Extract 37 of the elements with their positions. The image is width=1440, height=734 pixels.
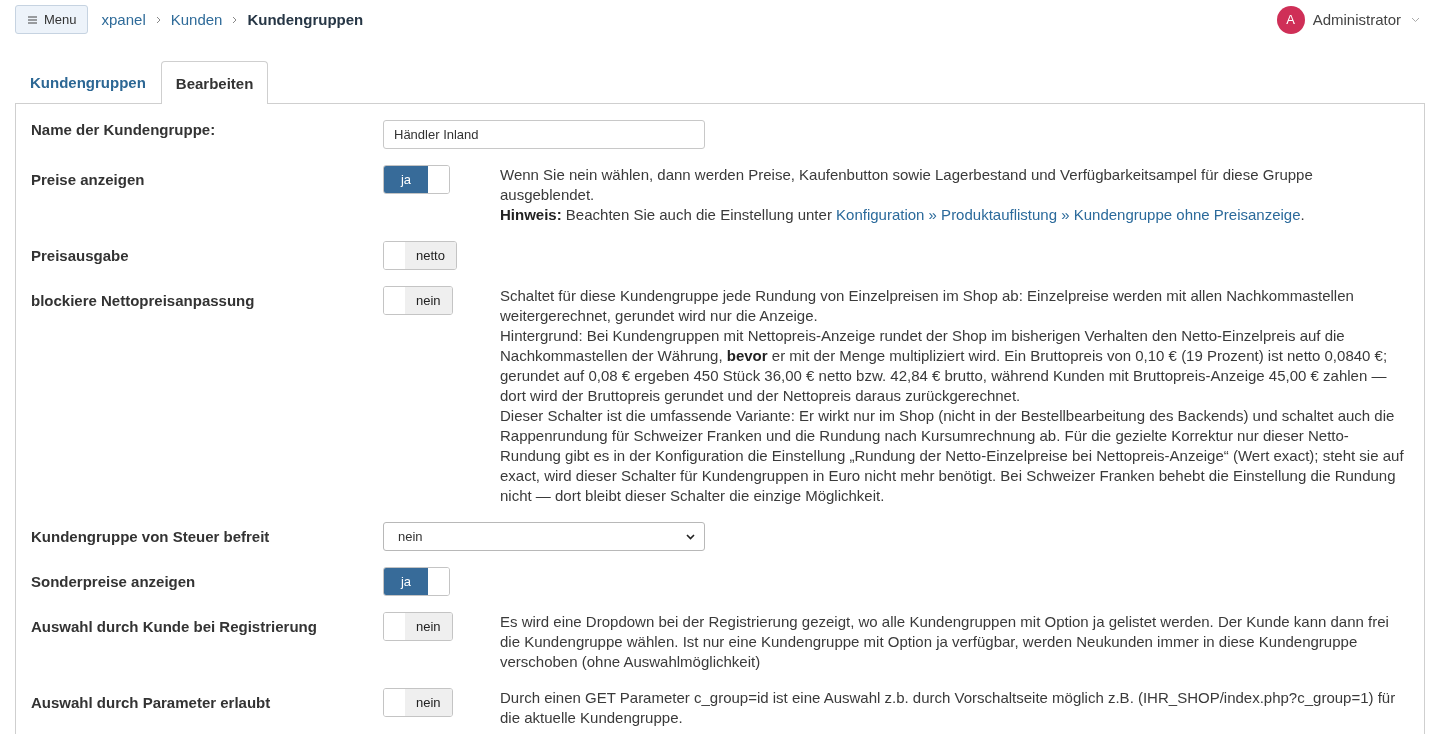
description-text: Wenn Sie nein wählen, dann werden Preise, Kaufenbutton sowie Lagerbestand und Verfügbarkeitsampel für diese Gruppe ausgeblendet. — [500, 165, 1314, 205]
breadcrumb-link[interactable]: Kunden — [170, 11, 223, 28]
toggle-switch[interactable]: nein — [383, 688, 453, 717]
description-text: Hintergrund: Bei Kundengruppen mit Nettopreis-Anzeige rundet der Shop im bisherigen Verhalten den Netto-Einzelpreis auf die Nachkommastellen der Währung, bevor er mit der Menge multipliziert wird. Ein Bruttopreis von 0,10 € (19 Prozent) ist netto 0,0840 €; gerundet auf 0,08 € ergeben 450 Stück 36,00 € netto bzw. 42,84 € brutto, während Kunden mit Bruttopreis-Anzeige 45,00 € zahlen — dort wird der Bruttopreis gerundet und der Nettopreis daraus zurückgerechnet. — [500, 326, 1389, 406]
chevron-right-icon — [155, 15, 161, 24]
setting-label: Auswahl durch Kunde bei Registrierung — [31, 617, 318, 637]
text-input[interactable]: Händler Inland — [383, 120, 705, 149]
setting-label: Name der Kundengruppe: — [31, 120, 217, 140]
toggle-switch[interactable]: nein — [383, 286, 453, 315]
setting-label: Auswahl durch Parameter erlaubt — [31, 693, 272, 713]
avatar[interactable]: A — [1276, 5, 1305, 34]
tab[interactable]: Bearbeiten — [160, 61, 269, 104]
chevron-down-icon[interactable] — [1411, 16, 1420, 23]
settings-link[interactable]: Konfiguration » Produktauflistung » Kundengruppe ohne Preisanzeige — [836, 206, 1301, 223]
description-text: Schaltet für diese Kundengruppe jede Rundung von Einzelpreisen im Shop ab: Einzelpreise werden mit allen Nachkommastellen weitergerechnet, gerundet wird nur die Anzeige. — [500, 286, 1355, 326]
setting-label: Preisausgabe — [31, 246, 130, 266]
user-name[interactable]: Administrator — [1312, 11, 1401, 28]
menu-button[interactable]: Menu — [15, 5, 88, 34]
description-text: Hinweis: Beachten Sie auch die Einstellung unter Konfiguration » Produktauflistung » Kundengruppe ohne Preisanzeige. — [500, 205, 1306, 225]
dropdown-field[interactable]: nein — [383, 522, 705, 551]
tab[interactable]: Kundengruppen — [15, 61, 161, 103]
toggle-switch[interactable]: ja — [383, 165, 450, 194]
setting-label: Kundengruppe von Steuer befreit — [31, 527, 271, 547]
chevron-down-icon — [686, 533, 695, 540]
toggle-switch[interactable]: ja — [383, 567, 450, 596]
toggle-switch[interactable]: nein — [383, 612, 453, 641]
description-text: Durch einen GET Parameter c_group=id ist eine Auswahl z.b. durch Vorschaltseite möglich z.B. (IHR_SHOP/index.php?c_group=1) für die aktuelle Kundengruppe. — [500, 688, 1397, 728]
setting-label: Sonderpreise anzeigen — [31, 572, 197, 592]
breadcrumb-link[interactable]: Kundengruppen — [247, 11, 364, 28]
breadcrumb-link[interactable]: xpanel — [101, 11, 146, 28]
setting-label: Preise anzeigen — [31, 170, 146, 190]
toggle-switch[interactable]: netto — [383, 241, 457, 270]
chevron-right-icon — [232, 15, 238, 24]
description-text: Es wird eine Dropdown bei der Registrierung gezeigt, wo alle Kundengruppen mit Option ja gelistet werden. Der Kunde kann dann frei die Kundengruppe wählen. Ist nur eine Kundengruppe mit Option ja verfügbar, werden Neukunden immer in diese Kundengruppe verschoben (ohne Auswahlmöglichkeit) — [500, 612, 1390, 672]
menu-icon — [28, 15, 37, 24]
setting-label: blockiere Nettopreisanpassung — [31, 291, 256, 311]
description-text: Dieser Schalter ist die umfassende Variante: Er wirkt nur im Shop (nicht in der Bestellbearbeitung des Backends) und schaltet auch die Rappenrundung für Schweizer Franken und die Rundung nach Kursumrechnung ab. Für die gezielte Korrektur nur dieser Netto-Rundung gibt es in der Konfiguration die Einstellung „Rundung der Netto-Einzelpreise bei Nettopreis-Anzeige“ (Wert exact); steht sie auf exact, wird dieser Schalter für Kundengruppen in Euro nicht mehr benötigt. Bei Schweizer Franken behebt die Einstellung die Rundung nicht — dort bleibt dieser Schalter die einzige Möglichkeit. — [500, 406, 1405, 506]
